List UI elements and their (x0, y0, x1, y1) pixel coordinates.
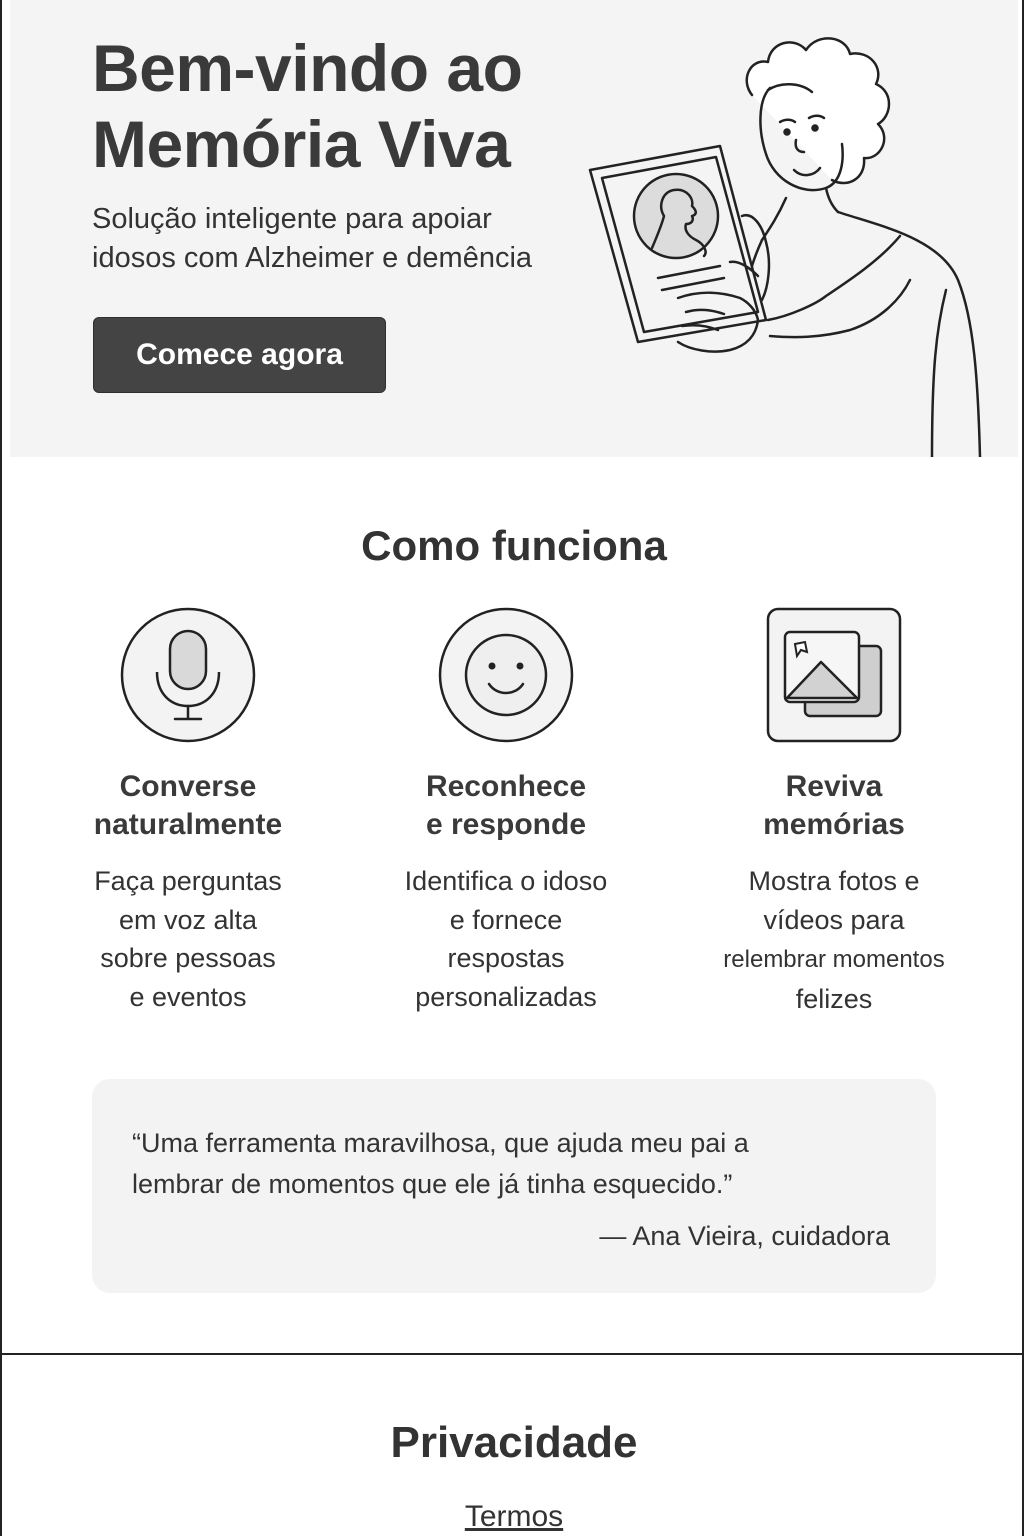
hero-subtitle-line-2: idosos com Alzheimer e demência (92, 242, 533, 274)
feature-desc-line: respostas (447, 943, 565, 973)
feature-desc-line: e fornece (449, 904, 563, 935)
feature-title-line-1: Reconhece (425, 770, 587, 803)
feature-desc-line: personalizadas (415, 981, 597, 1012)
feature-desc-line: em voz alta (118, 904, 258, 935)
feature-desc-line: Mostra fotos e (748, 866, 920, 896)
feature-desc-line: Faça perguntas (94, 866, 282, 896)
privacy-title: Privacidade (390, 1418, 638, 1467)
person-holding-photo-frame-illustration (588, 37, 982, 457)
feature-title: Converse naturalmente (38, 768, 338, 844)
how-it-works-title: Como funciona (361, 522, 667, 569)
feature-converse: Converse naturalmente Faça perguntas em … (38, 606, 338, 1016)
feature-desc-line: Identifica o idoso (404, 866, 608, 896)
hero-subtitle-line-1: Solução inteligente para apoiar (92, 203, 492, 235)
feature-title-line-1: Reviva (785, 770, 883, 803)
testimonial-author: — Ana Vieira, cuidadora (599, 1221, 890, 1251)
feature-title-line-1: Converse (119, 770, 257, 803)
feature-desc-line: felizes (795, 983, 873, 1014)
testimonial-card: “Uma ferramenta maravilhosa, que ajuda m… (92, 1079, 936, 1293)
feature-title-line-2: naturalmente (93, 808, 283, 841)
hero-subtitle: Solução inteligente para apoiar idosos c… (92, 200, 562, 278)
feature-description: Mostra fotos e vídeos para relembrar mom… (684, 862, 984, 1018)
feature-title-line-2: e responde (425, 808, 587, 841)
feature-recognize: Reconhece e responde Identifica o idoso … (356, 606, 656, 1016)
feature-desc-line: sobre pessoas (100, 943, 276, 973)
landing-page: Bem-vindo ao Memória Viva Solução inteli… (0, 0, 1024, 1536)
feature-title: Reconhece e responde (356, 768, 656, 844)
photos-icon (766, 607, 902, 743)
microphone-icon (120, 607, 256, 743)
hero-title-line-2: Memória Viva (92, 107, 511, 181)
feature-description: Identifica o idoso e fornece respostas p… (356, 862, 656, 1016)
hero-title-line-1: Bem-vindo ao (92, 31, 523, 105)
footer-divider (2, 1353, 1024, 1355)
footer-links: Termos (2, 1500, 1024, 1534)
feature-desc-line: vídeos para (763, 904, 905, 935)
feature-title-line-2: memórias (763, 808, 905, 841)
feature-desc-line: relembrar momentos (723, 946, 945, 973)
hero-section: Bem-vindo ao Memória Viva Solução inteli… (10, 0, 1018, 457)
feature-title: Reviva memórias (684, 768, 984, 844)
feature-description: Faça perguntas em voz alta sobre pessoas… (38, 862, 338, 1016)
terms-link[interactable]: Termos (465, 1500, 563, 1533)
smile-icon (438, 607, 574, 743)
quote-line-2: lembrar de momentos que ele já tinha esq… (132, 1169, 733, 1199)
testimonial-quote: “Uma ferramenta maravilhosa, que ajuda m… (132, 1123, 852, 1205)
start-now-button[interactable]: Comece agora (93, 317, 386, 393)
feature-desc-line: e eventos (129, 981, 247, 1012)
hero-title: Bem-vindo ao Memória Viva (92, 30, 612, 182)
quote-line-1: “Uma ferramenta maravilhosa, que ajuda m… (132, 1128, 749, 1158)
feature-memories: Reviva memórias Mostra fotos e vídeos pa… (684, 606, 984, 1018)
